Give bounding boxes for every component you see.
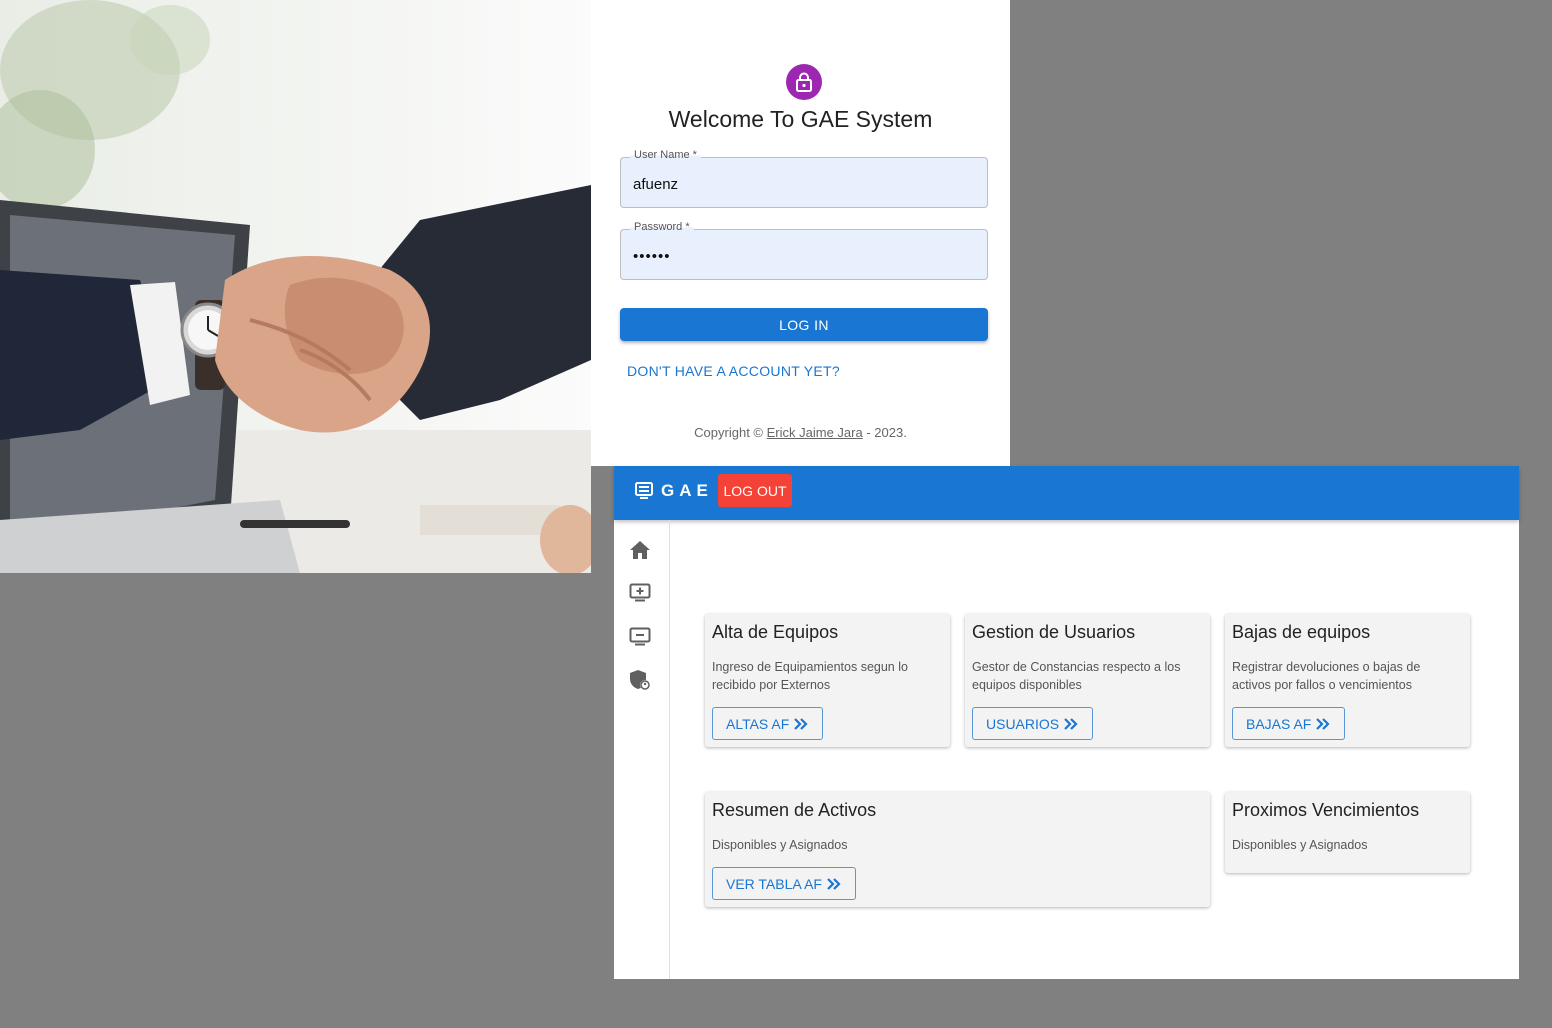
double-chevron-right-icon	[1064, 717, 1078, 730]
shield-person-icon[interactable]	[628, 668, 652, 692]
altas-af-label: ALTAS AF	[726, 715, 790, 732]
login-panel: Welcome To GAE System User Name * Passwo…	[591, 0, 1010, 466]
app-bar: GAE LOG OUT	[614, 466, 1519, 520]
sidebar	[614, 520, 670, 979]
handshake-photo	[0, 0, 591, 573]
password-label: Password *	[630, 221, 694, 233]
login-title: Welcome To GAE System	[668, 106, 933, 132]
card-proximos-vencimientos: Proximos Vencimientos Disponibles y Asig…	[1225, 792, 1470, 873]
copyright-suffix: - 2023.	[866, 425, 907, 440]
usuarios-label: USUARIOS	[986, 715, 1060, 732]
card-gestion-usuarios: Gestion de Usuarios Gestor de Constancia…	[965, 614, 1210, 747]
card-description: Disponibles y Asignados	[712, 838, 848, 852]
home-icon[interactable]	[628, 538, 652, 562]
altas-af-button[interactable]: ALTAS AF	[712, 707, 824, 740]
double-chevron-right-icon	[794, 717, 808, 730]
copyright-author-link[interactable]: Erick Jaime Jara	[767, 425, 863, 440]
usuarios-button[interactable]: USUARIOS	[972, 707, 1094, 740]
monitor-add-icon[interactable]	[628, 581, 652, 605]
dashboard-window: GAE LOG OUT Alta de Equipos Ingreso de E…	[614, 466, 1519, 979]
username-input[interactable]	[633, 173, 973, 195]
card-alta-equipos: Alta de Equipos Ingreso de Equipamientos…	[705, 614, 950, 747]
card-title: Resumen de Activos	[712, 800, 877, 820]
logout-button[interactable]: LOG OUT	[718, 474, 792, 507]
monitor-brand-icon	[634, 481, 654, 506]
username-field[interactable]: User Name *	[620, 149, 988, 208]
card-description: Registrar devoluciones o bajas de activo…	[1232, 660, 1421, 692]
card-description: Gestor de Constancias respecto a los equ…	[972, 660, 1181, 692]
card-title: Alta de Equipos	[712, 622, 839, 642]
card-title: Gestion de Usuarios	[972, 622, 1136, 642]
lock-icon	[786, 64, 822, 100]
card-description: Ingreso de Equipamientos segun lo recibi…	[712, 660, 908, 692]
card-title: Bajas de equipos	[1232, 622, 1371, 642]
password-field[interactable]: Password *	[620, 221, 988, 280]
copyright: Copyright © Erick Jaime Jara - 2023.	[591, 425, 1010, 440]
card-title: Proximos Vencimientos	[1232, 800, 1420, 820]
bajas-af-label: BAJAS AF	[1246, 715, 1312, 732]
ver-tabla-af-label: VER TABLA AF	[726, 875, 822, 892]
double-chevron-right-icon	[1316, 717, 1330, 730]
brand-name[interactable]: GAE	[661, 481, 713, 501]
card-description: Disponibles y Asignados	[1232, 838, 1368, 852]
ver-tabla-af-button[interactable]: VER TABLA AF	[712, 867, 856, 900]
double-chevron-right-icon	[827, 877, 841, 890]
login-button[interactable]: LOG IN	[620, 308, 988, 341]
signup-link[interactable]: DON'T HAVE A ACCOUNT YET?	[627, 363, 840, 379]
copyright-prefix: Copyright ©	[694, 425, 763, 440]
card-resumen-activos: Resumen de Activos Disponibles y Asignad…	[705, 792, 1210, 907]
monitor-remove-icon[interactable]	[628, 625, 652, 649]
card-bajas-equipos: Bajas de equipos Registrar devoluciones …	[1225, 614, 1470, 747]
bajas-af-button[interactable]: BAJAS AF	[1232, 707, 1346, 740]
username-label: User Name *	[630, 149, 701, 161]
password-input[interactable]	[633, 245, 973, 267]
